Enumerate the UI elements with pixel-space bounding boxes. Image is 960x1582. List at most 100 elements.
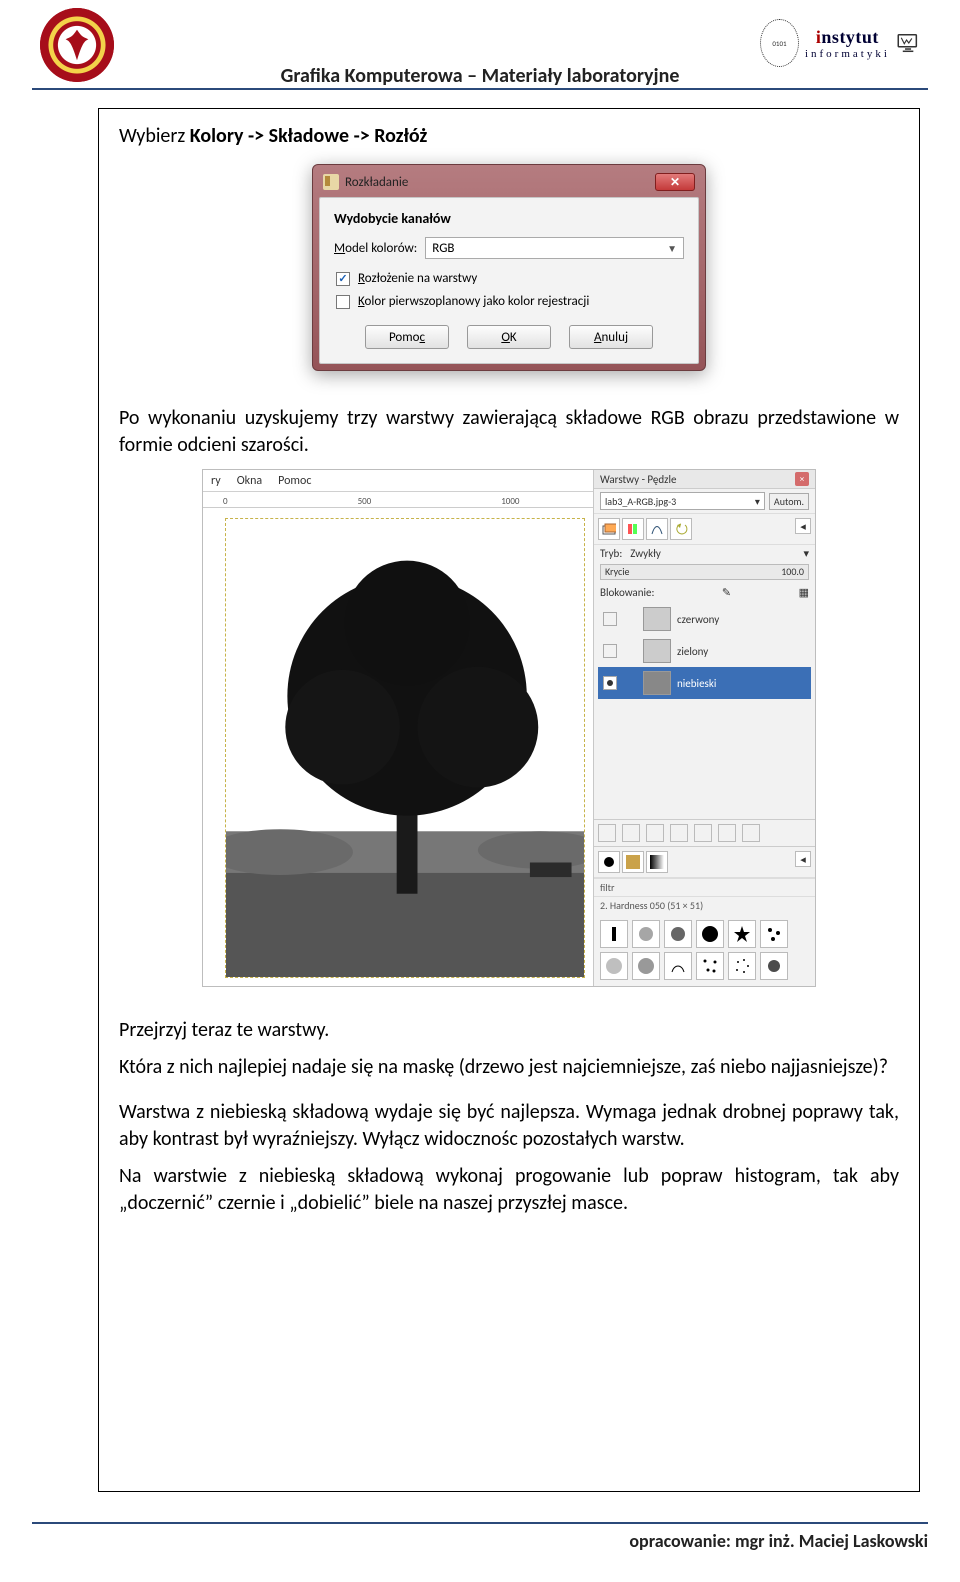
help-button[interactable]: Pomoc xyxy=(365,325,449,349)
gradient-tab-icon[interactable] xyxy=(646,851,668,873)
instruction-line-1: Wybierz Kolory -> Składowe -> Rozłóż xyxy=(119,123,899,150)
layer-row[interactable]: czerwony xyxy=(598,603,811,635)
paragraph-5: Warstwa z niebieską składową wydaje się … xyxy=(119,1099,899,1153)
delete-layer-icon[interactable] xyxy=(742,824,760,842)
layer-thumbnail xyxy=(643,639,671,663)
layer-name: czerwony xyxy=(677,613,719,626)
canvas-area[interactable] xyxy=(225,518,585,978)
brush-item[interactable] xyxy=(632,952,660,980)
layers-tab-icon[interactable] xyxy=(598,518,620,540)
brush-filter-input[interactable]: filtr xyxy=(594,878,815,896)
undo-tab-icon[interactable] xyxy=(670,518,692,540)
dialog-title: Rozkładanie xyxy=(345,175,408,190)
dialog-body: Wydobycie kanałów Model kolorów: RGB ▼ ✓… xyxy=(319,197,699,364)
chevron-down-icon: ▾ xyxy=(803,547,809,560)
institute-rest: nstytut xyxy=(821,27,879,47)
raise-layer-icon[interactable] xyxy=(646,824,664,842)
ruler-horizontal: 0 500 1000 xyxy=(203,492,593,508)
color-model-label: Model kolorów: xyxy=(334,241,417,256)
brush-item[interactable] xyxy=(728,952,756,980)
color-model-row: Model kolorów: RGB ▼ xyxy=(334,237,684,259)
menu-item[interactable]: Okna xyxy=(237,474,262,488)
fg-as-registration-checkbox[interactable]: Kolor pierwszoplanowy jako kolor rejestr… xyxy=(336,294,684,309)
page-footer: opracowanie: mgr inż. Maciej Laskowski xyxy=(32,1522,928,1552)
dock-tabs: ◂ xyxy=(594,514,815,545)
lock-row: Blokowanie: ✎ ▦ xyxy=(594,584,815,601)
dialog-titlebar: Rozkładanie ✕ xyxy=(319,171,699,197)
image-select[interactable]: lab3_A-RGB.jpg-3▾ xyxy=(600,492,765,510)
color-model-select[interactable]: RGB ▼ xyxy=(425,237,684,259)
institute-text: instytut informatyki xyxy=(805,27,890,60)
brush-item[interactable] xyxy=(632,920,660,948)
close-icon[interactable]: × xyxy=(795,472,809,486)
gimp-menu-bar: ry Okna Pomoc xyxy=(203,470,593,492)
footer-author: opracowanie: mgr inż. Maciej Laskowski xyxy=(629,1530,928,1552)
close-icon[interactable]: ✕ xyxy=(655,173,695,191)
pattern-tab-icon[interactable] xyxy=(622,851,644,873)
mode-select[interactable]: Zwykły xyxy=(622,547,803,560)
dock-title: Warstwy - Pędzle × xyxy=(594,470,815,489)
new-layer-icon[interactable] xyxy=(598,824,616,842)
visibility-toggle[interactable] xyxy=(603,676,617,690)
brush-grid xyxy=(594,914,815,986)
layer-row-selected[interactable]: niebieski xyxy=(598,667,811,699)
brush-item[interactable] xyxy=(600,952,628,980)
checkbox-checked-icon: ✓ xyxy=(336,272,350,286)
tree-grayscale-image xyxy=(226,519,584,977)
gimp-screenshot: ry Okna Pomoc 0 500 1000 xyxy=(119,469,899,987)
menu-arrow-icon[interactable]: ◂ xyxy=(795,851,811,867)
brush-item[interactable] xyxy=(600,920,628,948)
binary-ring-icon: 0101 xyxy=(760,19,799,67)
layer-thumbnail xyxy=(643,671,671,695)
brush-item[interactable] xyxy=(696,952,724,980)
visibility-toggle[interactable] xyxy=(603,612,617,626)
institute-sub: informatyki xyxy=(805,48,890,60)
menu-item[interactable]: ry xyxy=(211,474,221,488)
header-divider xyxy=(32,88,928,90)
ok-button[interactable]: OK xyxy=(467,325,551,349)
brush-item[interactable] xyxy=(728,920,756,948)
layers-list: czerwony zielony niebieski xyxy=(594,601,815,701)
institute-logo: 0101 instytut informatyki xyxy=(760,8,920,78)
chevron-down-icon: ▼ xyxy=(667,242,677,255)
lock-alpha-icon[interactable]: ▦ xyxy=(799,586,809,599)
menu-arrow-icon[interactable]: ◂ xyxy=(795,518,811,534)
cancel-button[interactable]: Anuluj xyxy=(569,325,653,349)
layer-group-icon[interactable] xyxy=(622,824,640,842)
dialog-group-title: Wydobycie kanałów xyxy=(334,210,684,227)
anchor-layer-icon[interactable] xyxy=(718,824,736,842)
text: Wybierz xyxy=(119,124,190,148)
lower-layer-icon[interactable] xyxy=(670,824,688,842)
content-cell: Wybierz Kolory -> Składowe -> Rozłóż Roz… xyxy=(98,108,920,1492)
paragraph-4: Która z nich najlepiej nadaje się na mas… xyxy=(119,1054,899,1081)
layer-thumbnail xyxy=(643,607,671,631)
brush-item[interactable] xyxy=(696,920,724,948)
layer-name: zielony xyxy=(677,645,708,658)
chevron-down-icon: ▾ xyxy=(755,495,760,508)
decompose-dialog: Rozkładanie ✕ Wydobycie kanałów Model ko… xyxy=(312,164,706,371)
brush-item[interactable] xyxy=(664,920,692,948)
page-header: Grafika Komputerowa – Materiały laborato… xyxy=(0,0,960,90)
paragraph-3: Przejrzyj teraz te warstwy. xyxy=(119,1017,899,1044)
opacity-slider[interactable]: Krycie 100.0 xyxy=(600,564,809,580)
brushes-dock: ◂ filtr 2. Hardness 050 (51 × 51) xyxy=(594,846,815,986)
layer-row[interactable]: zielony xyxy=(598,635,811,667)
visibility-toggle[interactable] xyxy=(603,644,617,658)
brush-item[interactable] xyxy=(760,952,788,980)
decompose-to-layers-checkbox[interactable]: ✓ Rozłożenie na warstwy xyxy=(336,271,684,286)
brush-tab-icon[interactable] xyxy=(598,851,620,873)
channels-tab-icon[interactable] xyxy=(622,518,644,540)
paragraph-2: Po wykonaniu uzyskujemy trzy warstwy zaw… xyxy=(119,405,899,459)
brush-item[interactable] xyxy=(760,920,788,948)
menu-path-bold: Kolory -> Składowe -> Rozłóż xyxy=(190,124,428,148)
auto-button[interactable]: Autom. xyxy=(769,493,809,510)
layer-name: niebieski xyxy=(677,677,716,690)
brush-name: 2. Hardness 050 (51 × 51) xyxy=(594,896,815,914)
paths-tab-icon[interactable] xyxy=(646,518,668,540)
menu-item[interactable]: Pomoc xyxy=(278,474,311,488)
gimp-layers-dock: Warstwy - Pędzle × lab3_A-RGB.jpg-3▾ Aut… xyxy=(593,470,815,986)
duplicate-layer-icon[interactable] xyxy=(694,824,712,842)
lock-paint-icon[interactable]: ✎ xyxy=(722,586,731,599)
brush-item[interactable] xyxy=(664,952,692,980)
monitor-icon xyxy=(896,28,920,58)
